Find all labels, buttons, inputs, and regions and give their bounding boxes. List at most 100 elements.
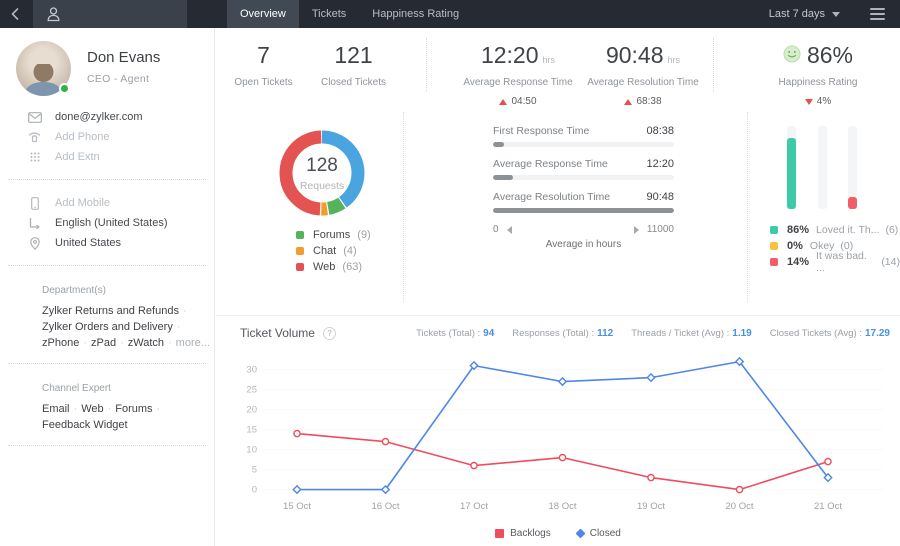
legend-count: (63) — [342, 261, 362, 273]
stat-value: 121 — [311, 42, 396, 69]
location-pin-icon — [27, 237, 42, 250]
xtick-20-Oct: 20 Oct — [726, 501, 754, 512]
list-line: Zylker Orders and Delivery· — [0, 319, 214, 335]
email-row[interactable]: done@zylker.com — [0, 107, 214, 127]
response-bar-row: Average Response Time12:20 — [493, 158, 674, 180]
chart-legend-closed[interactable]: Closed — [577, 528, 621, 539]
stat-unit: hrs — [543, 55, 556, 65]
point-closed-0 — [293, 486, 300, 493]
more-link[interactable]: more... — [176, 337, 210, 349]
departments-section: Department(s) Zylker Returns and Refunds… — [0, 272, 214, 357]
agent-name: Don Evans — [87, 49, 160, 66]
help-icon[interactable]: ? — [323, 327, 336, 340]
arrow-right-icon[interactable] — [634, 226, 639, 234]
summary-value: 94 — [483, 328, 494, 339]
response-bar-row: First Response Time08:38 — [493, 125, 674, 147]
arrow-left-icon[interactable] — [507, 226, 512, 234]
add-mobile-row[interactable]: Add Mobile — [0, 193, 214, 213]
tab-overview[interactable]: Overview — [227, 0, 299, 28]
separator-dot: · — [74, 403, 78, 415]
divider — [747, 112, 748, 302]
chart-legend: Backlogs Closed — [216, 528, 900, 539]
stat-number: 12:20 — [481, 42, 539, 69]
tab-happiness-rating[interactable]: Happiness Rating — [359, 0, 472, 28]
bar-value: 90:48 — [646, 191, 674, 203]
date-range-dropdown[interactable]: Last 7 days — [755, 0, 854, 28]
ticket-volume-chart: 05101520253015 Oct16 Oct17 Oct18 Oct19 O… — [216, 346, 900, 528]
keypad-icon — [27, 152, 42, 162]
add-extn-row[interactable]: Add Extn — [0, 147, 214, 167]
stat-value: 90:48hrs — [569, 42, 717, 69]
back-button[interactable] — [0, 0, 30, 28]
bar-label: Average Resolution Time — [493, 191, 610, 203]
divider — [713, 38, 714, 92]
legend-name: Closed — [590, 528, 621, 539]
ytick-20: 20 — [246, 405, 257, 416]
summary-label: Closed Tickets (Avg) : — [770, 328, 862, 339]
avatar — [16, 41, 71, 96]
country-row[interactable]: United States — [0, 233, 214, 253]
add-phone-row[interactable]: Add Phone — [0, 127, 214, 147]
list-line: Feedback Widget — [0, 417, 214, 433]
point-backlogs-5 — [736, 487, 742, 493]
divider — [8, 179, 206, 180]
legend-count: (9) — [357, 229, 370, 241]
legend-marker — [575, 529, 585, 539]
legend-name: Web — [313, 261, 335, 273]
point-backlogs-3 — [559, 455, 565, 461]
stat-number: 90:48 — [606, 42, 664, 69]
summary-tickets-total-: Tickets (Total) :94 — [416, 328, 494, 339]
xtick-15-Oct: 15 Oct — [283, 501, 311, 512]
happiness-legend-item: 86%Loved it. Th...(6) — [770, 222, 900, 238]
agent-profile-tab[interactable] — [33, 0, 187, 28]
point-backlogs-2 — [471, 463, 477, 469]
envelope-icon — [27, 112, 42, 123]
legend-dot — [770, 242, 778, 250]
ytick-0: 0 — [252, 485, 257, 496]
list-item: Zylker Orders and Delivery — [42, 321, 173, 333]
legend-dot — [770, 226, 778, 234]
agent-sidebar: Don Evans CEO - Agent done@zylker.com Ad… — [0, 28, 215, 546]
channel-expert-label: Channel Expert — [0, 383, 214, 394]
scale-caption: Average in hours — [493, 239, 674, 250]
menu-icon[interactable] — [854, 0, 900, 28]
summary-threads-ticket-avg-: Threads / Ticket (Avg) :1.19 — [631, 328, 752, 339]
legend-name: Forums — [313, 229, 350, 241]
separator-dot: · — [183, 305, 187, 317]
stat-label: Closed Tickets — [311, 77, 396, 88]
add-phone-placeholder: Add Phone — [55, 131, 109, 143]
response-times-panel: First Response Time08:38 Average Response… — [493, 125, 674, 250]
language-icon — [27, 217, 42, 229]
topbar: OverviewTicketsHappiness Rating Last 7 d… — [0, 0, 900, 28]
chevron-down-icon — [832, 12, 840, 17]
divider — [403, 112, 404, 302]
legend-item-forums: Forums (9) — [296, 227, 371, 243]
chart-legend-backlogs[interactable]: Backlogs — [495, 528, 551, 539]
separator-dot: · — [120, 337, 124, 349]
xtick-16-Oct: 16 Oct — [372, 501, 400, 512]
point-closed-4 — [647, 374, 654, 381]
series-line-backlogs — [297, 434, 828, 490]
stat-open-tickets: 7Open Tickets — [216, 42, 311, 88]
divider — [8, 445, 206, 446]
channel-expert-section: Channel Expert Email·Web·Forums· Feedback… — [0, 370, 214, 439]
legend-pct: 14% — [787, 256, 809, 268]
list-line: Email·Web·Forums· — [0, 401, 214, 417]
stat-label: Open Tickets — [216, 77, 311, 88]
ytick-10: 10 — [246, 445, 257, 456]
divider — [8, 363, 206, 364]
person-icon — [46, 6, 61, 22]
country-value: United States — [55, 237, 121, 249]
legend-count: (4) — [343, 245, 356, 257]
summary-closed-tickets-avg-: Closed Tickets (Avg) :17.29 — [770, 328, 890, 339]
list-item: Feedback Widget — [42, 419, 128, 431]
departments-label: Department(s) — [0, 285, 214, 296]
separator-dot: · — [83, 337, 87, 349]
happiness-legend: 86%Loved it. Th...(6)0%Okey(0)14%It was … — [770, 222, 900, 270]
language-row[interactable]: English (United States) — [0, 213, 214, 233]
scale-max: 11000 — [647, 224, 674, 235]
legend-dot — [296, 263, 304, 271]
happiness-bar-fill — [787, 138, 796, 209]
legend-dot — [296, 231, 304, 239]
tab-tickets[interactable]: Tickets — [299, 0, 359, 28]
